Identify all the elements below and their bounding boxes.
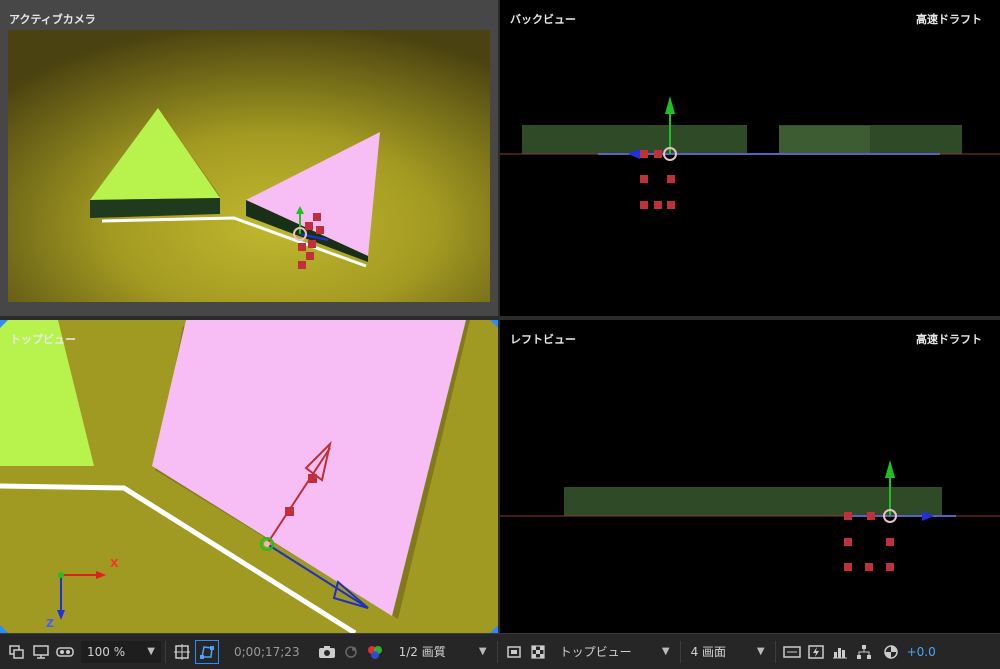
render-mode-label: 高速ドラフト [916,13,982,26]
z-axis-label: Z [46,617,54,630]
timeline-icon[interactable] [829,641,851,663]
viewport-label: バックビュー [510,13,576,26]
reset-exposure-icon[interactable] [880,641,902,663]
resolution-dropdown[interactable]: 1/2 画質 ▼ [393,641,493,663]
camera-snapshot-icon[interactable] [316,641,338,663]
magnification-dropdown[interactable]: 100 % ▼ [81,640,161,663]
chevron-down-icon: ▼ [478,646,487,657]
active-camera-scene [8,30,490,302]
x-axis-label: X [110,557,119,570]
render-mode-label: 高速ドラフト [916,333,982,346]
axis-indicator [57,571,106,620]
viewport-divider-horizontal [0,316,1000,320]
left-view-scene [500,460,1000,571]
floor-plane [8,30,490,302]
viewport-label: トップビュー [10,333,76,346]
viewport-label: アクティブカメラ [9,13,96,26]
region-of-interest-icon[interactable] [503,641,525,663]
view-layout-dropdown[interactable]: 4 画面 ▼ [685,641,771,663]
viewport-back-view[interactable]: バックビュー 高速ドラフト [500,0,1000,316]
selection-corner-icon [0,625,8,633]
3d-view-value: トップビュー [559,645,632,659]
selection-corner-icon [490,625,498,633]
chevron-down-icon: ▼ [756,646,765,657]
green-layer-block [522,125,747,154]
selection-corner-icon [490,320,498,328]
viewer-toolbar: 100 % ▼ 0;00;17;23 1/2 画質 ▼ トップビュー ▼ 4 画… [0,633,1000,669]
magnification-value: 100 % [87,644,126,659]
exposure-value[interactable]: +0.0 [907,645,936,659]
mask-path-visibility-icon[interactable] [195,639,219,664]
fast-previews-icon[interactable] [805,641,827,663]
top-view-scene [0,320,470,633]
always-preview-icon[interactable] [6,641,28,663]
monitor-icon[interactable] [30,641,52,663]
viewport-divider-vertical [498,0,500,633]
transparency-grid-icon[interactable] [527,641,549,663]
chevron-down-icon: ▼ [661,646,670,657]
viewport-active-camera[interactable]: アクティブカメラ [0,0,498,316]
current-time-display[interactable]: 0;00;17;23 [228,645,306,659]
viewport-left-view[interactable]: レフトビュー 高速ドラフト [500,320,1000,633]
back-view-scene [500,96,1000,209]
resolution-value: 1/2 画質 [398,645,446,659]
viewport-label: レフトビュー [510,333,576,346]
3d-view-dropdown[interactable]: トップビュー ▼ [554,641,676,663]
safe-area-grid-icon[interactable] [171,641,193,663]
color-channels-icon[interactable] [364,641,386,663]
vr-goggles-icon[interactable] [54,641,76,663]
flowchart-icon[interactable] [853,641,875,663]
pixel-aspect-icon[interactable] [781,641,803,663]
selection-corner-icon [0,320,8,328]
viewport-top-view[interactable]: トップビュー X Z [0,320,498,633]
chevron-down-icon: ▼ [147,646,155,657]
show-snapshot-icon[interactable] [340,641,362,663]
view-layout-value: 4 画面 [690,645,727,659]
